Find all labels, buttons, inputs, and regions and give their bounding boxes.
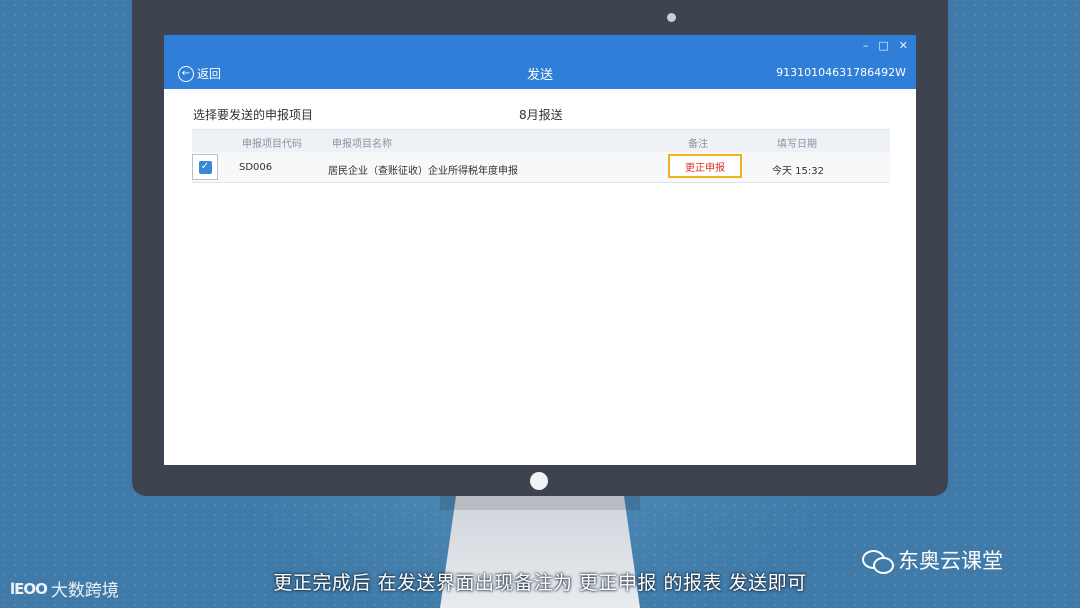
title-bar: – □ ✕ ← 返回 发送 91310104631786492W bbox=[164, 35, 916, 89]
brand-watermark-right: 东奥云课堂 bbox=[862, 545, 1003, 575]
brand-watermark-left: lEOO 大数跨境 bbox=[10, 576, 119, 602]
period-label: 8月报送 bbox=[519, 108, 563, 122]
remark-highlight: 更正申报 bbox=[668, 154, 742, 178]
row-checkbox[interactable]: ✓ bbox=[192, 154, 218, 180]
row-code: SD006 bbox=[239, 162, 273, 173]
declaration-table: 申报项目代码 申报项目名称 备注 填写日期 ✓ SD006 居民企业（查账征收）… bbox=[192, 129, 890, 183]
header-date: 填写日期 bbox=[777, 139, 817, 150]
section-label: 选择要发送的申报项目 bbox=[193, 108, 314, 122]
brand-left-text: 大数跨境 bbox=[50, 581, 119, 601]
maximize-button[interactable]: □ bbox=[878, 39, 888, 52]
close-button[interactable]: ✕ bbox=[899, 39, 908, 52]
brand-logo: lEOO bbox=[10, 579, 48, 598]
row-name: 居民企业（查账征收）企业所得税年度申报 bbox=[328, 166, 518, 177]
header-remark: 备注 bbox=[688, 139, 708, 150]
stand-shadow bbox=[440, 496, 640, 510]
minimize-button[interactable]: – bbox=[863, 39, 869, 52]
header-name: 申报项目名称 bbox=[332, 139, 392, 150]
app-window: – □ ✕ ← 返回 发送 91310104631786492W 选择要发送的申… bbox=[164, 35, 916, 465]
wechat-icon bbox=[862, 548, 894, 574]
power-button bbox=[530, 472, 548, 490]
header-code: 申报项目代码 bbox=[242, 139, 302, 150]
row-remark: 更正申报 bbox=[685, 162, 725, 174]
row-date: 今天 15:32 bbox=[772, 166, 824, 177]
table-row[interactable]: ✓ SD006 居民企业（查账征收）企业所得税年度申报 更正申报 今天 15:3… bbox=[192, 152, 890, 183]
tax-id: 91310104631786492W bbox=[776, 66, 906, 79]
checkmark-icon: ✓ bbox=[198, 160, 212, 174]
window-controls: – □ ✕ bbox=[863, 39, 908, 52]
brand-name: 东奥云课堂 bbox=[898, 549, 1003, 573]
camera-dot bbox=[667, 13, 676, 22]
table-header: 申报项目代码 申报项目名称 备注 填写日期 bbox=[192, 129, 890, 152]
